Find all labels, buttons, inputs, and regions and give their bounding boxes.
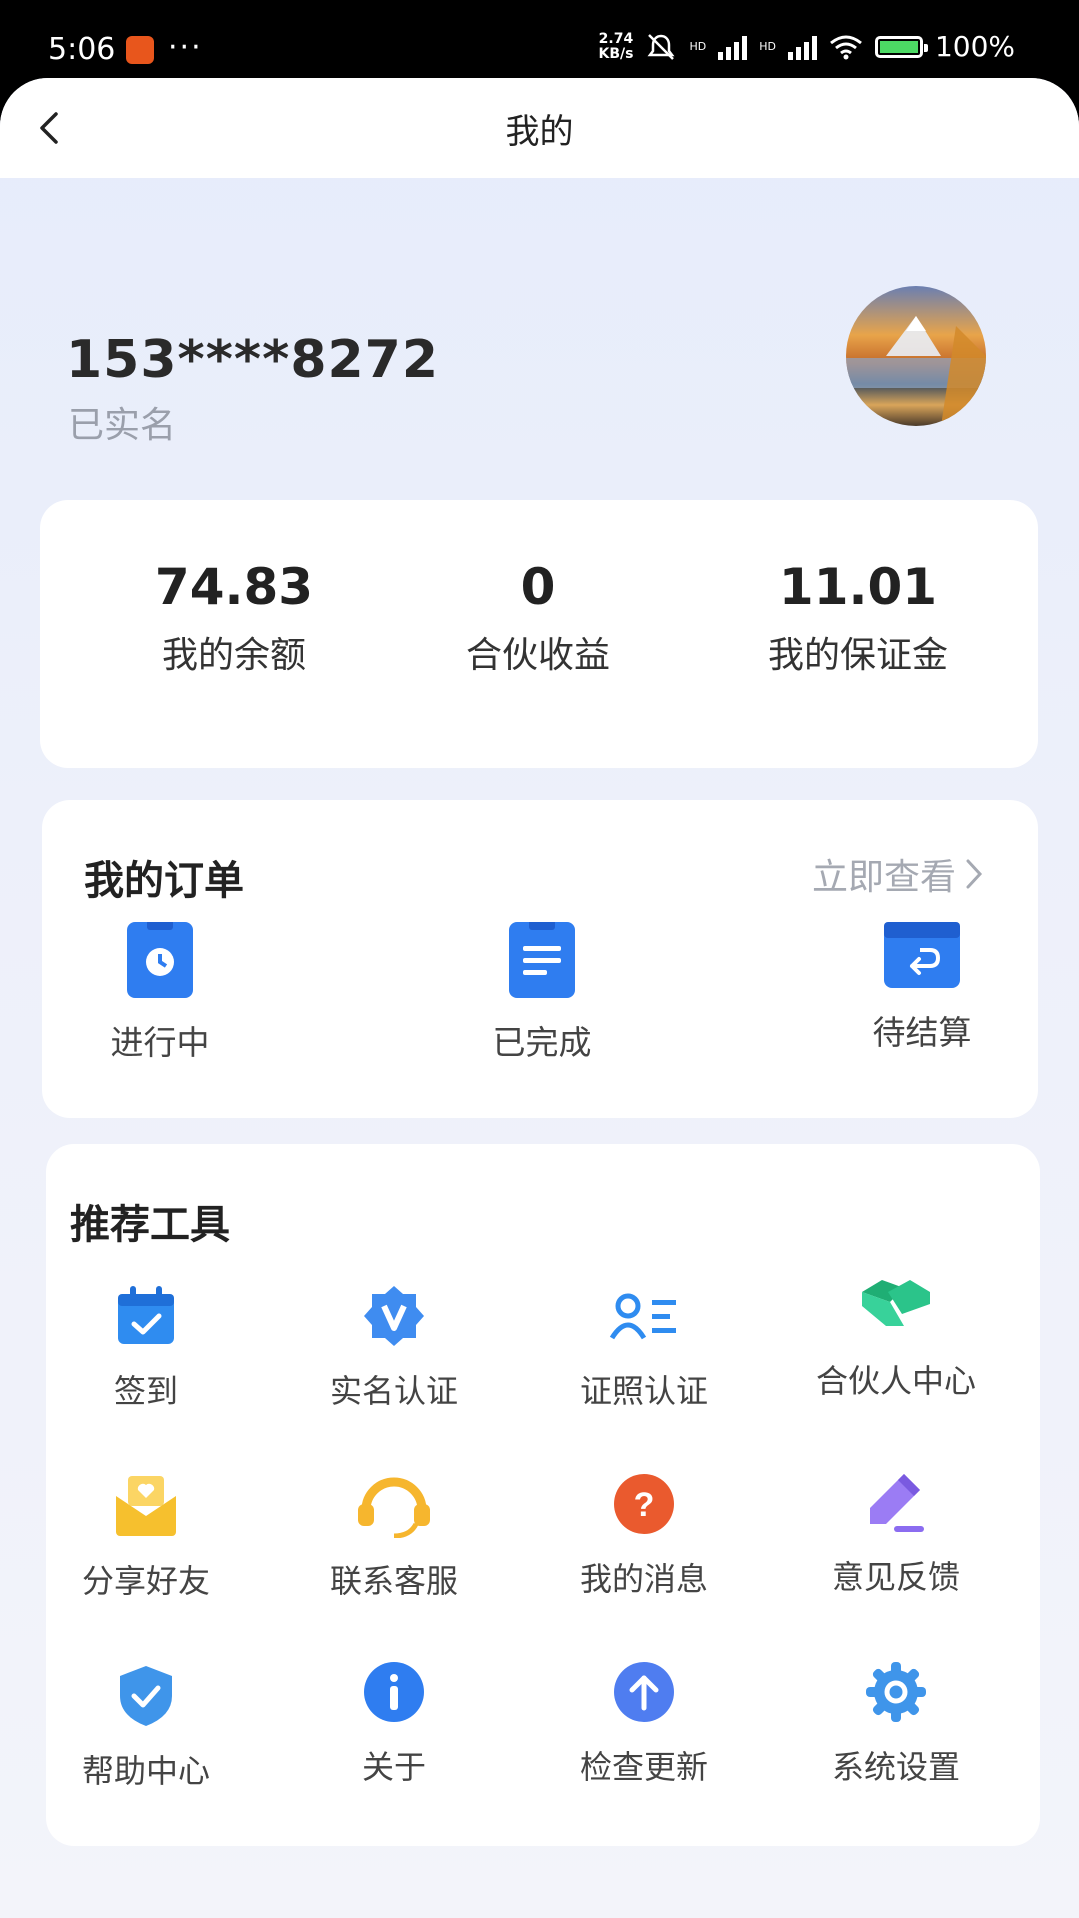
question-circle-icon: ?	[612, 1472, 676, 1536]
id-list-icon	[608, 1284, 680, 1348]
tools-title: 推荐工具	[70, 1202, 230, 1248]
tool-share[interactable]: 分享好友	[46, 1474, 246, 1602]
orders-card: 我的订单 立即查看 进行中 已完成 待结算	[42, 800, 1038, 1118]
gear-icon	[864, 1660, 928, 1724]
signal-icon	[718, 34, 748, 60]
wifi-icon	[830, 35, 862, 59]
status-time: 5:06	[48, 32, 116, 67]
clipboard-clock-icon	[127, 920, 193, 998]
partner-earnings-value: 0	[520, 558, 556, 616]
orders-title: 我的订单	[84, 858, 244, 904]
order-completed[interactable]: 已完成	[442, 920, 642, 1064]
balance-label: 我的余额	[161, 635, 306, 676]
deposit-stat[interactable]: 11.01 我的保证金	[708, 558, 1008, 678]
partner-earnings-stat[interactable]: 0 合伙收益	[388, 558, 688, 678]
tool-check-update[interactable]: 检查更新	[544, 1660, 744, 1788]
view-all-orders-link[interactable]: 立即查看	[812, 848, 984, 900]
stats-card: 74.83 我的余额 0 合伙收益 11.01 我的保证金	[40, 500, 1038, 768]
page-title: 我的	[505, 111, 574, 152]
status-bar: 5:06 ··· 2.74 KB/s HD HD 100%	[0, 0, 1079, 90]
tool-about[interactable]: 关于	[294, 1660, 494, 1788]
tool-help-center[interactable]: 帮助中心	[46, 1664, 246, 1792]
tool-partner-center[interactable]: 合伙人中心	[796, 1274, 996, 1402]
app-notification-icon	[126, 36, 154, 64]
order-pending-settlement[interactable]: 待结算	[822, 922, 1022, 1054]
calendar-check-icon	[114, 1284, 178, 1348]
verification-status[interactable]: 已实名	[68, 396, 176, 448]
user-phone: 153****8272	[66, 330, 440, 390]
deposit-value: 11.01	[778, 558, 938, 616]
battery-level: 100%	[934, 30, 1015, 63]
more-notifications-icon: ···	[168, 30, 203, 65]
tool-feedback[interactable]: 意见反馈	[796, 1470, 996, 1598]
deposit-label: 我的保证金	[767, 635, 948, 676]
avatar[interactable]	[846, 286, 986, 426]
envelope-heart-icon	[114, 1474, 178, 1538]
tool-settings[interactable]: 系统设置	[796, 1660, 996, 1788]
signal-icon	[787, 34, 817, 60]
headset-icon	[356, 1474, 432, 1539]
info-circle-icon	[362, 1660, 426, 1724]
shield-check-icon	[114, 1664, 178, 1728]
battery-icon	[874, 35, 928, 58]
arrow-up-circle-icon	[612, 1660, 676, 1724]
handshake-icon	[860, 1274, 932, 1338]
tools-card: 推荐工具 签到 实名认证 证照认证 合伙人中心 分享好友 联系客服 ? 我的消息…	[46, 1144, 1040, 1846]
balance-value: 74.83	[154, 558, 314, 616]
pencil-icon	[864, 1470, 928, 1534]
tool-realname[interactable]: 实名认证	[294, 1284, 494, 1412]
balance-stat[interactable]: 74.83 我的余额	[84, 558, 384, 678]
verified-badge-icon	[362, 1284, 426, 1348]
tool-license[interactable]: 证照认证	[544, 1284, 744, 1412]
avatar-landscape-image	[846, 316, 986, 426]
tool-checkin[interactable]: 签到	[46, 1284, 246, 1412]
tool-customer-service[interactable]: 联系客服	[294, 1474, 494, 1602]
svg-text:?: ?	[634, 1486, 655, 1524]
back-icon[interactable]	[30, 108, 70, 148]
mute-icon	[647, 33, 675, 60]
chevron-right-icon	[966, 859, 983, 889]
clipboard-list-icon	[509, 920, 575, 998]
tool-messages[interactable]: ? 我的消息	[544, 1472, 744, 1600]
network-speed: 2.74 KB/s	[598, 30, 634, 62]
navbar: 我的	[0, 78, 1079, 178]
box-return-icon	[884, 922, 960, 988]
partner-earnings-label: 合伙收益	[465, 635, 610, 676]
order-in-progress[interactable]: 进行中	[60, 920, 260, 1064]
profile-screen: 我的 153****8272 已实名 74.83 我的余额 0 合伙收益 11.…	[0, 78, 1079, 1918]
